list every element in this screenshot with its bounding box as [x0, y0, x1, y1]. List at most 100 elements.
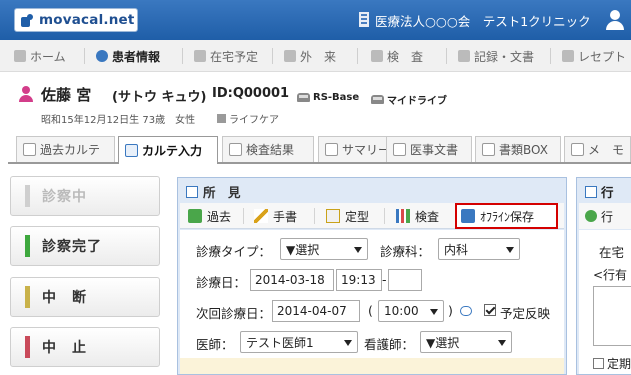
- actions-panel: 行 行 在宅 <行有 定期: [576, 177, 631, 375]
- open-paren: (: [368, 303, 373, 318]
- nav-home-visit-schedule[interactable]: 在宅予定: [194, 40, 258, 72]
- app-logo[interactable]: movacal.net: [14, 8, 138, 32]
- actions-body: 在宅 <行有 定期: [579, 230, 631, 374]
- exam-time-end-input[interactable]: [388, 269, 422, 291]
- dropdown-arrow-icon: [498, 340, 506, 346]
- exam-type-select[interactable]: ▼選択: [280, 238, 368, 260]
- document-icon: [458, 50, 470, 62]
- clock-icon: [194, 50, 206, 62]
- status-color-bar: [25, 185, 30, 207]
- comment-icon[interactable]: [460, 306, 472, 316]
- facility-name[interactable]: 医療法人○○○会 テスト1クリニック: [375, 11, 591, 30]
- template-button[interactable]: 定型: [322, 204, 373, 228]
- actions-textarea[interactable]: [593, 286, 631, 346]
- patient-female-icon: [18, 86, 34, 102]
- logo-icon: [21, 13, 35, 27]
- past-button[interactable]: 過去: [184, 204, 235, 228]
- life-care-icon: [217, 114, 226, 123]
- reflect-schedule-label: 予定反映: [500, 306, 551, 321]
- nav-home[interactable]: ホーム: [14, 40, 66, 72]
- nav-divider: [272, 48, 273, 64]
- test-button[interactable]: 検査: [392, 204, 443, 228]
- findings-toolbar: 過去 手書 定型 検査 ｵﾌﾗｲﾝ保存: [180, 203, 564, 229]
- doctor-label: 医師：: [196, 337, 234, 352]
- dropdown-arrow-icon: [506, 247, 514, 253]
- handwriting-button[interactable]: 手書: [250, 204, 301, 228]
- tab-test-results[interactable]: 検査結果: [222, 136, 314, 162]
- patient-birth-age-sex: 昭和15年12月12日生 73歳 女性: [41, 115, 196, 126]
- tab-chart-input[interactable]: カルテ入力: [118, 136, 218, 164]
- department-label: 診療科：: [380, 244, 431, 259]
- patient-id: ID:Q00001: [212, 86, 290, 101]
- exam-date-input[interactable]: 2014-03-18: [250, 269, 334, 291]
- edit-icon: [186, 185, 198, 198]
- nav-divider: [446, 48, 447, 64]
- exam-type-label: 診療タイプ：: [196, 244, 272, 259]
- regular-label: 定期: [607, 357, 631, 371]
- nav-receipt[interactable]: レセプト: [562, 40, 626, 72]
- dropdown-arrow-icon: [344, 340, 352, 346]
- close-paren: ): [448, 303, 453, 318]
- user-icon[interactable]: [605, 10, 625, 30]
- status-interrupted-button[interactable]: 中 断: [10, 277, 160, 317]
- tests-icon: [371, 50, 383, 62]
- status-consultation-complete-button[interactable]: 診察完了: [10, 226, 160, 266]
- tab-past-chart[interactable]: 過去カルテ: [16, 136, 115, 162]
- nav-outpatient[interactable]: 外 来: [284, 40, 336, 72]
- nav-records-documents[interactable]: 記録・文書: [458, 40, 534, 72]
- status-in-consultation-button[interactable]: 診察中: [10, 176, 160, 216]
- rs-base-link[interactable]: RS-Base: [297, 92, 359, 103]
- car-icon: [297, 93, 310, 102]
- dropdown-arrow-icon: [430, 309, 438, 315]
- status-color-bar: [25, 286, 30, 308]
- toolbar-divider: [243, 208, 244, 224]
- regular-checkbox[interactable]: [593, 358, 604, 369]
- exam-time-input[interactable]: 19:13: [336, 269, 382, 291]
- main-nav: ホーム 患者情報 在宅予定 外 来 検 査 記録・文書 レセプト: [0, 40, 631, 72]
- pdf-icon: [393, 143, 406, 156]
- status-cancelled-button[interactable]: 中 止: [10, 327, 160, 367]
- building-icon: [359, 12, 369, 27]
- dropdown-arrow-icon: [354, 247, 362, 253]
- status-color-bar: [25, 336, 30, 358]
- actions-add-button[interactable]: 行: [579, 203, 631, 229]
- logo-text: movacal.net: [39, 12, 135, 28]
- top-header: movacal.net 医療法人○○○会 テスト1クリニック: [0, 0, 631, 40]
- patient-name: 佐藤 宮: [41, 86, 92, 104]
- next-exam-date-input[interactable]: 2014-04-07: [272, 300, 360, 322]
- home-visit-label: 在宅: [599, 245, 625, 260]
- nurse-select[interactable]: ▼選択: [420, 331, 512, 353]
- actions-title: 行: [585, 182, 614, 201]
- tab-medical-documents[interactable]: 医事文書: [386, 136, 472, 162]
- nav-divider: [550, 48, 551, 64]
- home-icon: [14, 50, 26, 62]
- time-range-separator: -: [382, 272, 387, 287]
- actions-note: <行有: [593, 268, 628, 282]
- past-chart-icon: [23, 143, 36, 156]
- toolbar-divider: [314, 208, 315, 224]
- next-exam-time-select[interactable]: 10:00: [378, 300, 444, 322]
- exam-date-label: 診療日：: [196, 275, 247, 290]
- department-select[interactable]: 内科: [438, 238, 520, 260]
- save-icon: [461, 209, 475, 223]
- doctor-select[interactable]: テスト医師1: [240, 331, 358, 353]
- add-icon: [585, 210, 597, 222]
- nav-divider: [357, 48, 358, 64]
- patient-info-icon: [96, 50, 108, 62]
- offline-save-button[interactable]: ｵﾌﾗｲﾝ保存: [455, 203, 558, 229]
- box-icon: [482, 143, 495, 156]
- toolbar-divider: [384, 208, 385, 224]
- summary-icon: [325, 143, 338, 156]
- vitals-row: [180, 358, 564, 374]
- tab-document-box[interactable]: 書類BOX: [475, 136, 561, 162]
- chart-tabs: 過去カルテ カルテ入力 検査結果 サマリー 医事文書 書類BOX メ モ: [8, 136, 631, 164]
- my-drive-link[interactable]: マイドライブ: [371, 92, 447, 107]
- reflect-schedule-checkbox[interactable]: [484, 304, 496, 316]
- receipt-icon: [562, 50, 574, 62]
- tab-memo[interactable]: メ モ: [564, 136, 631, 162]
- status-color-bar: [25, 235, 30, 257]
- next-exam-date-label: 次回診療日：: [196, 306, 272, 321]
- nav-patient-info[interactable]: 患者情報: [96, 40, 160, 72]
- findings-title: 所 見: [186, 182, 241, 201]
- nav-tests[interactable]: 検 査: [371, 40, 423, 72]
